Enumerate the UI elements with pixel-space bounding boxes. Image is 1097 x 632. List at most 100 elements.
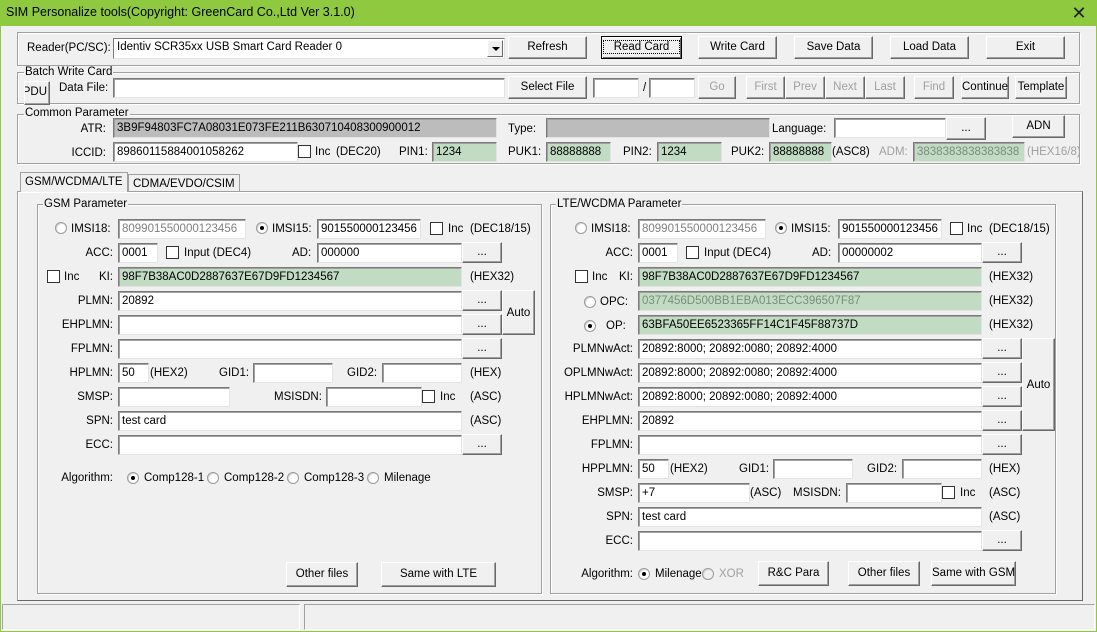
gsm-algo-comp128-3-radio[interactable] xyxy=(287,472,299,484)
rc-para-button[interactable]: R&C Para xyxy=(758,561,829,586)
continue-button[interactable]: Continue xyxy=(961,76,1009,99)
first-button[interactable]: First xyxy=(746,76,785,99)
gsm-gid1-input[interactable] xyxy=(253,363,333,383)
gsm-ad-more-button[interactable]: ... xyxy=(462,242,502,263)
read-card-button[interactable]: Read Card xyxy=(601,36,682,59)
load-data-button[interactable]: Load Data xyxy=(890,36,969,59)
gsm-imsi-inc-checkbox[interactable] xyxy=(430,222,443,235)
gsm-imsi15-radio[interactable] xyxy=(256,222,268,234)
same-with-gsm-button[interactable]: Same with GSM xyxy=(931,561,1016,586)
puk2-input[interactable]: 88888888 xyxy=(769,142,832,162)
lte-ehplmn-input[interactable]: 20892 xyxy=(638,411,982,431)
gsm-fplmn-more-button[interactable]: ... xyxy=(462,338,502,359)
gsm-plmn-input[interactable]: 20892 xyxy=(118,291,462,311)
lte-imsi-inc-checkbox[interactable] xyxy=(950,222,963,235)
lte-imsi15-input[interactable]: 901550000123456 xyxy=(838,219,942,239)
apdu-button[interactable]: APDU xyxy=(24,81,50,105)
next-button[interactable]: Next xyxy=(825,76,865,99)
gsm-msisdn-inc-checkbox[interactable] xyxy=(422,390,435,403)
lte-auto-button[interactable]: Auto xyxy=(1022,338,1055,431)
total-count-input[interactable] xyxy=(649,78,695,98)
tab-cdma-evdo-csim[interactable]: CDMA/EVDO/CSIM xyxy=(128,174,240,192)
gsm-msisdn-input[interactable] xyxy=(326,387,422,407)
lte-plmnwact-input[interactable]: 20892:8000; 20892:0080; 20892:4000 xyxy=(638,339,982,359)
iccid-input[interactable]: 89860115884001058262 xyxy=(113,142,298,162)
lte-hpplmn-input[interactable]: 50 xyxy=(638,459,669,479)
gsm-ehplmn-input[interactable] xyxy=(118,315,462,335)
write-card-button[interactable]: Write Card xyxy=(698,36,777,59)
lte-hplmnwact-input[interactable]: 20892:8000; 20892:0080; 20892:4000 xyxy=(638,387,982,407)
gsm-auto-button[interactable]: Auto xyxy=(502,290,535,335)
lte-smsp-input[interactable]: +7 xyxy=(638,483,750,503)
lte-msisdn-inc-checkbox[interactable] xyxy=(942,486,955,499)
lte-opc-input[interactable]: 0377456D500BB1EBA013ECC396507F87 xyxy=(638,291,982,311)
lte-oplmnwact-more-button[interactable]: ... xyxy=(982,362,1022,383)
gsm-algo-comp128-2-radio[interactable] xyxy=(207,472,219,484)
lte-ad-more-button[interactable]: ... xyxy=(982,242,1022,263)
data-file-input[interactable] xyxy=(113,78,505,98)
gsm-imsi18-radio[interactable] xyxy=(55,222,67,234)
lte-imsi15-radio[interactable] xyxy=(775,222,787,234)
lte-gid1-input[interactable] xyxy=(773,459,853,479)
lte-fplmn-more-button[interactable]: ... xyxy=(982,434,1022,455)
lte-imsi18-input[interactable]: 809901550000123456 xyxy=(638,219,766,239)
close-icon[interactable]: ✕ xyxy=(1067,1,1091,25)
language-more-button[interactable]: ... xyxy=(946,117,986,140)
pin2-input[interactable]: 1234 xyxy=(657,142,722,162)
lte-op-radio[interactable] xyxy=(584,320,596,332)
gsm-hplmn-input[interactable]: 50 xyxy=(118,363,149,383)
gsm-acc-input[interactable]: 0001 xyxy=(118,243,158,263)
last-button[interactable]: Last xyxy=(865,76,905,99)
save-data-button[interactable]: Save Data xyxy=(794,36,873,59)
gsm-ki-input[interactable]: 98F7B38AC0D2887637E67D9FD1234567 xyxy=(118,267,462,287)
gsm-smsp-input[interactable] xyxy=(118,387,230,407)
language-input[interactable] xyxy=(834,118,946,138)
gsm-spn-input[interactable]: test card xyxy=(118,411,462,431)
lte-ecc-more-button[interactable]: ... xyxy=(982,530,1022,551)
lte-algo-xor-radio[interactable] xyxy=(702,568,714,580)
gsm-input-dec4-checkbox[interactable] xyxy=(166,246,179,259)
gsm-other-files-button[interactable]: Other files xyxy=(286,562,358,587)
lte-ecc-input[interactable] xyxy=(638,531,982,551)
lte-input-dec4-checkbox[interactable] xyxy=(686,246,699,259)
lte-ad-input[interactable]: 00000002 xyxy=(838,243,982,263)
lte-imsi18-radio[interactable] xyxy=(575,222,587,234)
find-button[interactable]: Find xyxy=(914,76,954,99)
iccid-inc-checkbox[interactable] xyxy=(298,145,311,158)
gsm-gid2-input[interactable] xyxy=(382,363,462,383)
lte-op-input[interactable]: 63BFA50EE6523365FF14C1F45F88737D xyxy=(638,315,982,335)
lte-other-files-button[interactable]: Other files xyxy=(848,561,920,586)
chevron-down-icon[interactable] xyxy=(487,40,503,57)
prev-button[interactable]: Prev xyxy=(785,76,825,99)
gsm-ki-inc-checkbox[interactable] xyxy=(47,270,60,283)
gsm-plmn-more-button[interactable]: ... xyxy=(462,290,502,311)
go-button[interactable]: Go xyxy=(698,76,736,99)
gsm-algo-milenage-radio[interactable] xyxy=(367,472,379,484)
lte-plmnwact-more-button[interactable]: ... xyxy=(982,338,1022,359)
gsm-imsi15-input[interactable]: 901550000123456 xyxy=(317,219,421,239)
gsm-imsi18-input[interactable]: 809901550000123456 xyxy=(118,219,246,239)
lte-gid2-input[interactable] xyxy=(902,459,982,479)
lte-oplmnwact-input[interactable]: 20892:8000; 20892:0080; 20892:4000 xyxy=(638,363,982,383)
adn-button[interactable]: ADN xyxy=(1012,115,1065,138)
lte-ki-input[interactable]: 98F7B38AC0D2887637E67D9FD1234567 xyxy=(638,267,982,287)
gsm-algo-comp128-1-radio[interactable] xyxy=(127,472,139,484)
lte-acc-input[interactable]: 0001 xyxy=(638,243,678,263)
gsm-ecc-more-button[interactable]: ... xyxy=(462,434,502,455)
select-file-button[interactable]: Select File xyxy=(508,76,587,99)
lte-msisdn-input[interactable] xyxy=(846,483,942,503)
exit-button[interactable]: Exit xyxy=(986,36,1065,59)
lte-ki-inc-checkbox[interactable] xyxy=(575,270,588,283)
gsm-ehplmn-more-button[interactable]: ... xyxy=(462,314,502,335)
template-button[interactable]: Template xyxy=(1015,76,1067,99)
pin1-input[interactable]: 1234 xyxy=(432,142,497,162)
lte-fplmn-input[interactable] xyxy=(638,435,982,455)
lte-hplmnwact-more-button[interactable]: ... xyxy=(982,386,1022,407)
puk1-input[interactable]: 88888888 xyxy=(546,142,611,162)
lte-ehplmn-more-button[interactable]: ... xyxy=(982,410,1022,431)
tab-gsm-wcdma-lte[interactable]: GSM/WCDMA/LTE xyxy=(20,172,128,192)
lte-spn-input[interactable]: test card xyxy=(638,507,982,527)
gsm-fplmn-input[interactable] xyxy=(118,339,462,359)
refresh-button[interactable]: Refresh xyxy=(508,36,587,59)
gsm-ad-input[interactable]: 000000 xyxy=(317,243,462,263)
